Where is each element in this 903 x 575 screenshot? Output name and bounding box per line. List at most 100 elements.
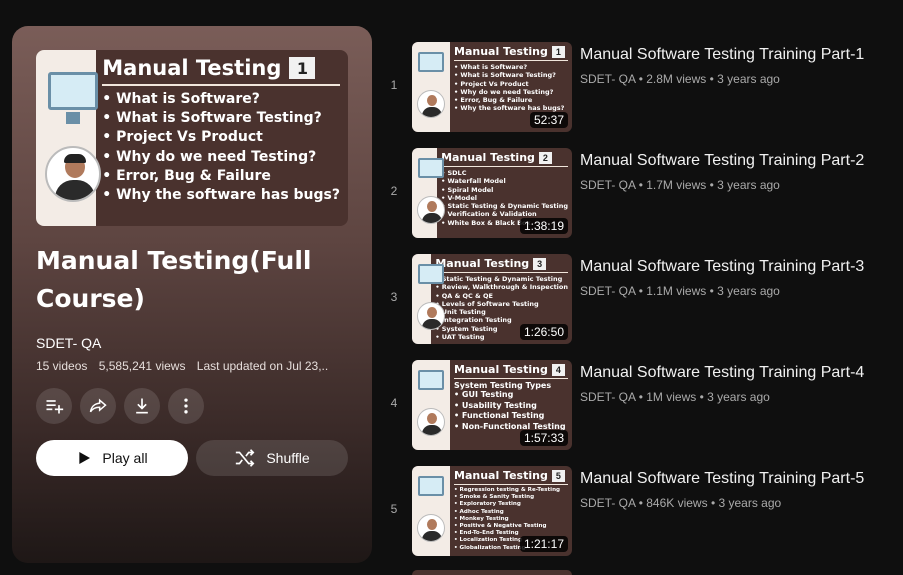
- thumbnail-number: 4: [551, 363, 565, 376]
- thumbnail-bullet: GUI Testing: [454, 390, 568, 401]
- thumbnail-bullet: SDLC: [441, 169, 568, 177]
- channel-name-link[interactable]: SDET- QA: [580, 496, 635, 510]
- thumbnail-bullet: What is Software Testing?: [454, 71, 568, 79]
- playlist-video-item[interactable]: 5 Manual Testing 5 Regression testing & …: [380, 464, 903, 570]
- video-views: 1M views: [646, 390, 697, 404]
- video-count: 15 videos: [36, 359, 88, 373]
- duration-badge: 1:21:17: [519, 536, 568, 552]
- thumbnail-bullet: Positive & Negative Testing: [454, 523, 568, 530]
- video-thumbnail[interactable]: Manual Testing 2 SDLC Waterfall Model Sp…: [412, 148, 572, 238]
- thumbnail-bullet: Levels of Software Testing: [435, 300, 568, 308]
- thumbnail-number: 3: [533, 257, 547, 270]
- play-icon: [79, 452, 91, 464]
- playlist-stats: 15 videos 5,585,241 views Last updated o…: [36, 359, 336, 373]
- thumbnail-bullet: Review, Walkthrough & Inspection: [435, 283, 568, 291]
- playlist-thumbnail[interactable]: Manual Testing 1 What is Software? What …: [36, 50, 348, 226]
- thumbnail-bullet: Why the software has bugs?: [102, 186, 340, 205]
- duration-badge: 52:37: [529, 112, 568, 128]
- more-vert-icon: [184, 398, 188, 414]
- download-button[interactable]: [124, 388, 160, 424]
- channel-name-link[interactable]: SDET- QA: [580, 178, 635, 192]
- download-icon: [136, 398, 148, 414]
- video-views: 1.1M views: [646, 284, 707, 298]
- video-age: 3 years ago: [707, 390, 770, 404]
- thumbnail-bullet: V-Model: [441, 194, 568, 202]
- video-index: 2: [390, 184, 398, 198]
- thumbnail-title: Manual Testing: [441, 151, 535, 164]
- video-age: 3 years ago: [717, 178, 780, 192]
- playlist-video-item[interactable]: 4 Manual Testing 4 System Testing Types …: [380, 358, 903, 464]
- thumbnail-bullet: Static Testing & Dynamic Testing: [441, 202, 568, 210]
- thumbnail-bullet: What is Software Testing?: [102, 109, 340, 128]
- channel-name-link[interactable]: SDET- QA: [580, 72, 635, 86]
- video-meta: SDET- QA • 846K views • 3 years ago: [580, 496, 782, 510]
- video-age: 3 years ago: [718, 496, 782, 510]
- thumbnail-bullet: QA & QC & QE: [435, 292, 568, 300]
- playlist-video-item[interactable]: 1 Manual Testing 1 What is Software? Wha…: [380, 40, 903, 146]
- video-thumbnail[interactable]: Manual Testing 3 Static Testing & Dynami…: [412, 254, 572, 344]
- presenter-photo: [417, 514, 445, 542]
- presenter-photo: [417, 302, 445, 330]
- play-all-button[interactable]: Play all: [36, 440, 188, 476]
- presenter-photo: [417, 196, 445, 224]
- monitor-illustration-icon: [418, 52, 444, 72]
- duration-badge: 1:26:50: [519, 324, 568, 340]
- video-meta: SDET- QA • 2.8M views • 3 years ago: [580, 72, 780, 86]
- more-actions-button[interactable]: [168, 388, 204, 424]
- channel-name-link[interactable]: SDET- QA: [580, 390, 635, 404]
- video-thumbnail[interactable]: Manual Testing 1 What is Software? What …: [412, 42, 572, 132]
- monitor-illustration-icon: [48, 72, 98, 110]
- playlist-page: Manual Testing 1 What is Software? What …: [0, 0, 903, 575]
- thumbnail-bullet: Why do we need Testing?: [102, 148, 340, 167]
- presenter-photo: [417, 408, 445, 436]
- duration-badge: 1:57:33: [519, 430, 568, 446]
- view-count: 5,585,241 views: [98, 359, 186, 373]
- thumbnail-subtitle: System Testing Types: [454, 381, 552, 390]
- presenter-photo: [417, 90, 445, 118]
- video-views: 846K views: [646, 496, 708, 510]
- shuffle-button[interactable]: Shuffle: [196, 440, 348, 476]
- thumbnail-bullet: What is Software?: [102, 90, 340, 109]
- video-thumbnail[interactable]: Manual Testing 4 System Testing Types GU…: [412, 360, 572, 450]
- shuffle-icon: [236, 449, 255, 467]
- playlist-actions: [36, 388, 204, 424]
- playlist-video-item[interactable]: 2 Manual Testing 2 SDLC Waterfall Model …: [380, 146, 903, 252]
- thumbnail-title: Manual Testing: [454, 363, 548, 376]
- thumbnail-bullet: Waterfall Model: [441, 177, 568, 185]
- channel-name-link[interactable]: SDET- QA: [580, 284, 635, 298]
- video-views: 2.8M views: [646, 72, 707, 86]
- next-video-thumbnail-peek[interactable]: [412, 570, 572, 575]
- channel-name-link[interactable]: SDET- QA: [36, 335, 101, 351]
- add-to-queue-icon: [46, 400, 64, 414]
- thumbnail-bullet: Static Testing & Dynamic Testing: [435, 275, 568, 283]
- thumbnail-bullet: Error, Bug & Failure: [102, 167, 340, 186]
- thumbnail-bullet: Functional Testing: [454, 411, 568, 422]
- thumbnail-bullet: Project Vs Product: [102, 128, 340, 147]
- video-title-link[interactable]: Manual Software Testing Training Part-4: [580, 362, 900, 384]
- video-title-link[interactable]: Manual Software Testing Training Part-2: [580, 150, 900, 172]
- video-title-link[interactable]: Manual Software Testing Training Part-1: [580, 44, 900, 66]
- share-button[interactable]: [80, 388, 116, 424]
- playlist-video-list: 1 Manual Testing 1 What is Software? Wha…: [380, 40, 903, 570]
- shuffle-label: Shuffle: [266, 450, 310, 466]
- video-meta: SDET- QA • 1.7M views • 3 years ago: [580, 178, 780, 192]
- monitor-illustration-icon: [418, 158, 444, 178]
- video-title-link[interactable]: Manual Software Testing Training Part-3: [580, 256, 900, 278]
- thumbnail-bullet: What is Software?: [454, 63, 568, 71]
- thumbnail-title: Manual Testing: [454, 45, 548, 58]
- thumbnail-bullet: Error, Bug & Failure: [454, 96, 568, 104]
- thumbnail-title: Manual Testing: [102, 56, 282, 80]
- video-title-link[interactable]: Manual Software Testing Training Part-5: [580, 468, 900, 490]
- playlist-video-item[interactable]: 3 Manual Testing 3 Static Testing & Dyna…: [380, 252, 903, 358]
- video-thumbnail[interactable]: Manual Testing 5 Regression testing & Re…: [412, 466, 572, 556]
- thumbnail-bullet: Regression testing & Re-Testing: [454, 487, 568, 494]
- video-index: 3: [390, 290, 398, 304]
- thumbnail-bullet: Spiral Model: [441, 186, 568, 194]
- save-to-playlist-button[interactable]: [36, 388, 72, 424]
- video-index: 1: [390, 78, 398, 92]
- thumbnail-number: 5: [551, 469, 565, 482]
- thumbnail-bullet: Adhoc Testing: [454, 509, 568, 516]
- thumbnail-bullet: Usability Testing: [454, 401, 568, 412]
- video-meta: SDET- QA • 1.1M views • 3 years ago: [580, 284, 780, 298]
- thumbnail-bullet: Monkey Testing: [454, 516, 568, 523]
